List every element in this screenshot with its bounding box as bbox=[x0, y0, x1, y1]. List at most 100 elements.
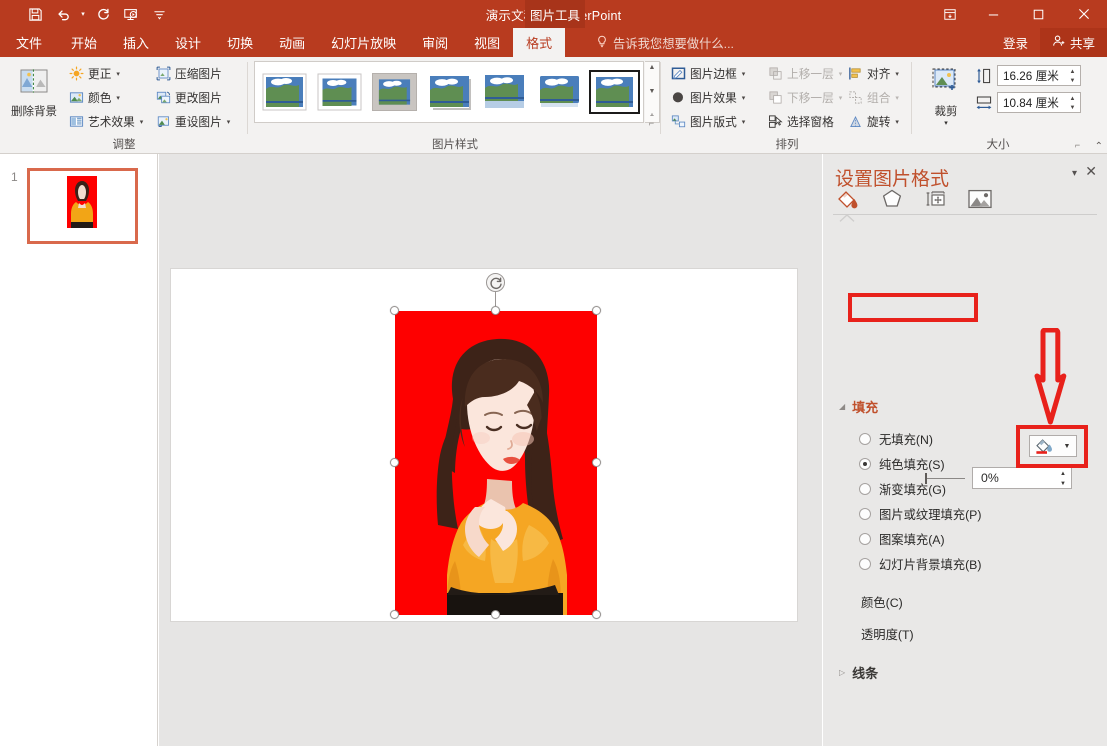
shape-width-input[interactable]: 10.84 厘米 ▲▼ bbox=[997, 92, 1081, 113]
remove-background-button[interactable]: 删除背景 bbox=[5, 61, 63, 133]
shape-width-icon bbox=[975, 93, 993, 113]
selection-handle-n[interactable] bbox=[491, 306, 500, 315]
tab-view[interactable]: 视图 bbox=[461, 28, 513, 57]
effects-icon[interactable] bbox=[877, 186, 907, 212]
chevron-down-icon[interactable]: ▾ bbox=[742, 70, 746, 78]
radio-no-fill[interactable] bbox=[859, 433, 871, 445]
radio-picture-texture-fill[interactable] bbox=[859, 508, 871, 520]
fill-option-pattern-fill[interactable]: 图案填充(A) bbox=[859, 530, 945, 548]
sign-in-button[interactable]: 登录 bbox=[991, 28, 1040, 57]
radio-solid-fill[interactable] bbox=[859, 458, 871, 470]
line-section-header[interactable]: ▷ 线条 bbox=[839, 663, 878, 682]
picture-styles-dialog-launcher-icon[interactable]: ⌐ bbox=[646, 118, 657, 129]
picture-style-thumb[interactable] bbox=[317, 73, 362, 111]
save-icon[interactable] bbox=[22, 1, 48, 27]
chevron-down-icon[interactable]: ▾ bbox=[742, 94, 746, 102]
tab-format[interactable]: 格式 bbox=[513, 28, 565, 57]
picture-styles-gallery[interactable] bbox=[254, 61, 644, 123]
corrections-button[interactable]: 更正 ▾ bbox=[68, 63, 120, 84]
tell-me-search[interactable]: 告诉我您想要做什么... bbox=[596, 28, 734, 57]
shape-height-input[interactable]: 16.26 厘米 ▲▼ bbox=[997, 65, 1081, 86]
fill-option-picture-texture-fill[interactable]: 图片或纹理填充(P) bbox=[859, 505, 981, 523]
undo-dropdown-icon[interactable]: ▾ bbox=[78, 1, 88, 27]
selection-handle-e[interactable] bbox=[592, 458, 601, 467]
chevron-down-icon[interactable]: ▾ bbox=[895, 118, 899, 126]
selected-picture[interactable] bbox=[395, 311, 597, 615]
gallery-scroll-down-icon[interactable]: ▼ bbox=[649, 88, 656, 95]
align-button[interactable]: 对齐 ▾ bbox=[847, 63, 899, 84]
picture-style-thumb[interactable] bbox=[262, 73, 307, 111]
tab-review[interactable]: 审阅 bbox=[409, 28, 461, 57]
color-button[interactable]: 颜色 ▾ bbox=[68, 87, 120, 108]
selection-handle-sw[interactable] bbox=[390, 610, 399, 619]
size-dialog-launcher-icon[interactable]: ⌐ bbox=[1072, 140, 1083, 151]
rotate-handle-icon[interactable] bbox=[486, 273, 505, 292]
tab-design[interactable]: 设计 bbox=[162, 28, 214, 57]
shape-width-spinner[interactable]: ▲▼ bbox=[1066, 94, 1079, 113]
rotate-button[interactable]: 旋转 ▾ bbox=[847, 111, 899, 132]
redo-icon[interactable] bbox=[90, 1, 116, 27]
transparency-spinner[interactable]: ▲▼ bbox=[1056, 469, 1070, 489]
picture-layout-button[interactable]: 图片版式 ▾ bbox=[670, 111, 745, 132]
close-icon[interactable] bbox=[1061, 0, 1107, 28]
picture-style-thumb[interactable] bbox=[482, 73, 527, 111]
slide-thumbnail-1[interactable]: 1 bbox=[27, 168, 138, 244]
radio-pattern-fill[interactable] bbox=[859, 533, 871, 545]
transparency-input[interactable]: 0% ▲▼ bbox=[972, 467, 1072, 489]
gallery-scroll-controls[interactable]: ▲ ▼ ⩡ bbox=[645, 61, 660, 123]
tab-animations[interactable]: 动画 bbox=[266, 28, 318, 57]
size-properties-icon[interactable] bbox=[921, 186, 951, 212]
picture-border-button[interactable]: 图片边框 ▾ bbox=[670, 63, 745, 84]
maximize-icon[interactable] bbox=[1016, 0, 1061, 28]
picture-style-thumb-selected[interactable] bbox=[592, 73, 637, 111]
chevron-down-icon[interactable]: ▾ bbox=[944, 119, 948, 127]
transparency-slider[interactable] bbox=[921, 471, 967, 485]
picture-style-thumb-hovered[interactable] bbox=[372, 73, 417, 111]
selection-handle-nw[interactable] bbox=[390, 306, 399, 315]
tab-slideshow[interactable]: 幻灯片放映 bbox=[318, 28, 409, 57]
radio-slide-background-fill[interactable] bbox=[859, 558, 871, 570]
picture-style-thumb[interactable] bbox=[537, 73, 582, 111]
selection-handle-s[interactable] bbox=[491, 610, 500, 619]
selection-handle-se[interactable] bbox=[592, 610, 601, 619]
customize-qat-icon[interactable] bbox=[146, 1, 172, 27]
artistic-effects-button[interactable]: 艺术效果 ▾ bbox=[68, 111, 143, 132]
chevron-down-icon[interactable]: ▾ bbox=[227, 118, 231, 126]
start-slideshow-icon[interactable] bbox=[118, 1, 144, 27]
reset-picture-button[interactable]: 重设图片 ▾ bbox=[155, 111, 230, 132]
compress-picture-button[interactable]: 压缩图片 bbox=[155, 63, 222, 84]
tab-home[interactable]: 开始 bbox=[58, 28, 110, 57]
annotation-highlight-solid-fill bbox=[848, 293, 978, 322]
radio-gradient-fill[interactable] bbox=[859, 483, 871, 495]
tab-file[interactable]: 文件 bbox=[0, 28, 58, 57]
selection-handle-ne[interactable] bbox=[592, 306, 601, 315]
chevron-down-icon[interactable]: ▾ bbox=[116, 70, 120, 78]
transparency-knob[interactable] bbox=[925, 473, 927, 484]
fill-option-slide-background-fill[interactable]: 幻灯片背景填充(B) bbox=[859, 555, 981, 573]
picture-style-thumb[interactable] bbox=[427, 73, 472, 111]
picture-icon[interactable] bbox=[965, 186, 995, 212]
chevron-down-icon[interactable]: ▾ bbox=[140, 118, 144, 126]
chevron-down-icon[interactable]: ▾ bbox=[116, 94, 120, 102]
shape-height-spinner[interactable]: ▲▼ bbox=[1066, 67, 1079, 86]
crop-button[interactable]: 裁剪 ▾ bbox=[923, 61, 969, 133]
fill-section-header[interactable]: ◢ 填充 bbox=[839, 397, 878, 416]
minimize-icon[interactable] bbox=[971, 0, 1016, 28]
tab-insert[interactable]: 插入 bbox=[110, 28, 162, 57]
slide-canvas[interactable] bbox=[170, 268, 798, 622]
selection-handle-w[interactable] bbox=[390, 458, 399, 467]
gallery-scroll-up-icon[interactable]: ▲ bbox=[649, 64, 656, 71]
format-pane-minimize-icon[interactable]: ▾ bbox=[1072, 168, 1077, 179]
selection-pane-button[interactable]: 选择窗格 bbox=[767, 111, 834, 132]
collapse-ribbon-icon[interactable]: ⌃ bbox=[1095, 141, 1103, 152]
format-pane-close-icon[interactable]: ✕ bbox=[1085, 164, 1097, 178]
chevron-down-icon[interactable]: ▾ bbox=[895, 70, 899, 78]
fill-option-no-fill[interactable]: 无填充(N) bbox=[859, 430, 933, 448]
share-button[interactable]: 共享 bbox=[1040, 28, 1107, 57]
tab-transitions[interactable]: 切换 bbox=[214, 28, 266, 57]
undo-icon[interactable] bbox=[50, 1, 76, 27]
ribbon-display-options-icon[interactable] bbox=[929, 0, 971, 28]
change-picture-button[interactable]: 更改图片 bbox=[155, 87, 222, 108]
picture-effects-button[interactable]: 图片效果 ▾ bbox=[670, 87, 745, 108]
chevron-down-icon[interactable]: ▾ bbox=[742, 118, 746, 126]
